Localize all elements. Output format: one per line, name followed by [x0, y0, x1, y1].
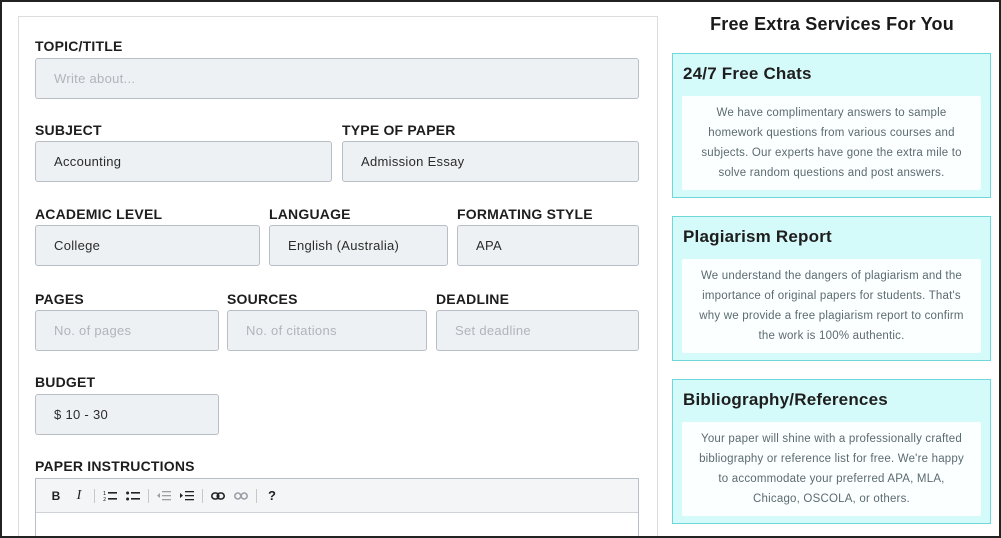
sources-label: SOURCES [227, 291, 298, 307]
deadline-label: DEADLINE [436, 291, 510, 307]
toolbar-separator [94, 488, 95, 503]
indent-icon[interactable] [179, 486, 195, 506]
budget-select[interactable]: $ 10 - 30 [35, 394, 219, 435]
service-card-title: 24/7 Free Chats [683, 64, 812, 83]
subject-label: SUBJECT [35, 122, 102, 138]
budget-label: BUDGET [35, 374, 96, 390]
service-card-bibliography: Bibliography/References Your paper will … [672, 379, 991, 524]
service-card-title: Bibliography/References [683, 390, 888, 409]
service-card-description: We have complimentary answers to sample … [682, 96, 981, 190]
pages-input[interactable]: No. of pages [35, 310, 219, 351]
service-card-plagiarism-report: Plagiarism Report We understand the dang… [672, 216, 991, 361]
paper-instructions-editor[interactable]: B I 12 ? [35, 478, 639, 536]
sources-input[interactable]: No. of citations [227, 310, 427, 351]
services-heading: Free Extra Services For You [710, 14, 954, 34]
service-card-title: Plagiarism Report [683, 227, 832, 246]
language-label: LANGUAGE [269, 206, 351, 222]
italic-button[interactable]: I [71, 486, 87, 506]
type-of-paper-label: TYPE OF PAPER [342, 122, 456, 138]
bulleted-list-icon[interactable] [125, 486, 141, 506]
paper-instructions-label: PAPER INSTRUCTIONS [35, 458, 195, 474]
link-icon[interactable] [210, 486, 226, 506]
deadline-input[interactable]: Set deadline [436, 310, 639, 351]
toolbar-separator [256, 488, 257, 503]
pages-label: PAGES [35, 291, 84, 307]
service-card-description: Your paper will shine with a professiona… [682, 422, 981, 516]
service-card-description: We understand the dangers of plagiarism … [682, 259, 981, 353]
formatting-style-label: FORMATING STYLE [457, 206, 593, 222]
formatting-style-select[interactable]: APA [457, 225, 639, 266]
page-frame: TOPIC/TITLE Write about... SUBJECT Accou… [0, 0, 1001, 538]
language-select[interactable]: English (Australia) [269, 225, 448, 266]
academic-level-select[interactable]: College [35, 225, 260, 266]
service-card-free-chats: 24/7 Free Chats We have complimentary an… [672, 53, 991, 198]
help-button[interactable]: ? [264, 486, 280, 506]
toolbar-separator [148, 488, 149, 503]
editor-toolbar: B I 12 ? [36, 479, 638, 513]
type-of-paper-select[interactable]: Admission Essay [342, 141, 639, 182]
outdent-icon[interactable] [156, 486, 172, 506]
topic-input[interactable]: Write about... [35, 58, 639, 99]
svg-text:2: 2 [103, 497, 106, 502]
toolbar-separator [202, 488, 203, 503]
numbered-list-icon[interactable]: 12 [102, 486, 118, 506]
topic-label: TOPIC/TITLE [35, 38, 123, 54]
subject-select[interactable]: Accounting [35, 141, 332, 182]
academic-level-label: ACADEMIC LEVEL [35, 206, 163, 222]
bold-button[interactable]: B [48, 486, 64, 506]
unlink-icon[interactable] [233, 486, 249, 506]
